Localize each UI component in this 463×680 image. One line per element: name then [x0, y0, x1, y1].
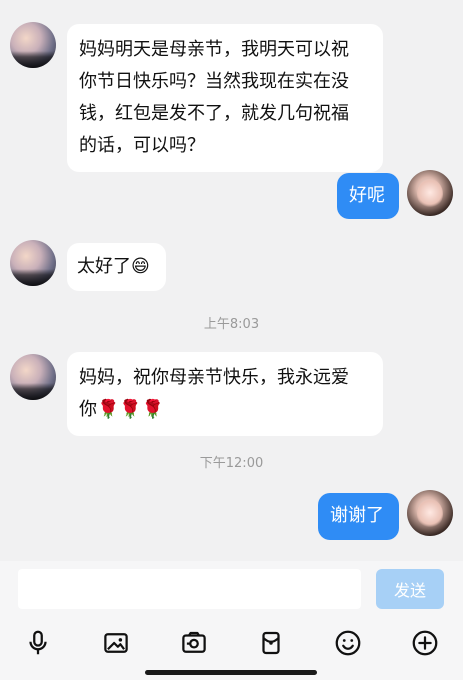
message-text: 谢谢了	[330, 505, 384, 526]
message-line: 你节日快乐吗？当然我现在实在没	[79, 71, 349, 92]
mic-icon[interactable]	[18, 623, 58, 663]
message-bubble-outgoing[interactable]: 好呢	[337, 173, 399, 219]
message-line: 钱，红包是发不了，就发几句祝福	[79, 103, 349, 124]
timestamp: 上午8:03	[203, 317, 260, 332]
message-bubble-incoming[interactable]: 妈妈，祝你母亲节快乐，我永远爱 你🌹🌹🌹	[67, 352, 383, 436]
user-avatar[interactable]	[407, 490, 453, 536]
rose-emoji-icon: 🌹	[141, 399, 165, 420]
message-input[interactable]	[18, 569, 361, 609]
user-avatar[interactable]	[407, 170, 453, 216]
send-button[interactable]: 发送	[376, 569, 444, 609]
message-text: 好呢	[349, 185, 385, 206]
timestamp: 下午12:00	[199, 456, 264, 471]
message-line: 妈妈，祝你母亲节快乐，我永远爱	[79, 367, 349, 388]
composer: 发送	[0, 561, 463, 680]
plus-icon[interactable]	[405, 623, 445, 663]
image-icon[interactable]	[96, 623, 136, 663]
mom-avatar[interactable]	[10, 354, 56, 400]
camera-icon[interactable]	[174, 623, 214, 663]
message-line: 你🌹🌹🌹	[79, 399, 165, 420]
composer-toolbar	[0, 623, 463, 663]
rose-emoji-icon: 🌹	[97, 399, 120, 420]
emoji-icon[interactable]	[328, 623, 368, 663]
message-line: 的话，可以吗？	[79, 135, 205, 156]
message-text: 太好了	[77, 256, 131, 277]
message-bubble-outgoing[interactable]: 谢谢了	[318, 493, 399, 540]
home-indicator	[145, 670, 317, 675]
mom-avatar[interactable]	[10, 22, 56, 68]
rose-emoji-icon: 🌹	[119, 399, 142, 420]
red-packet-icon[interactable]	[251, 623, 291, 663]
message-line: 妈妈明天是母亲节，我明天可以祝	[79, 39, 349, 60]
message-bubble-incoming[interactable]: 太好了😄	[67, 243, 166, 291]
message-bubble-incoming[interactable]: 妈妈明天是母亲节，我明天可以祝 你节日快乐吗？当然我现在实在没 钱，红包是发不了…	[67, 24, 383, 172]
mom-avatar[interactable]	[10, 240, 56, 286]
grinning-face-emoji-icon: 😄	[131, 256, 150, 277]
